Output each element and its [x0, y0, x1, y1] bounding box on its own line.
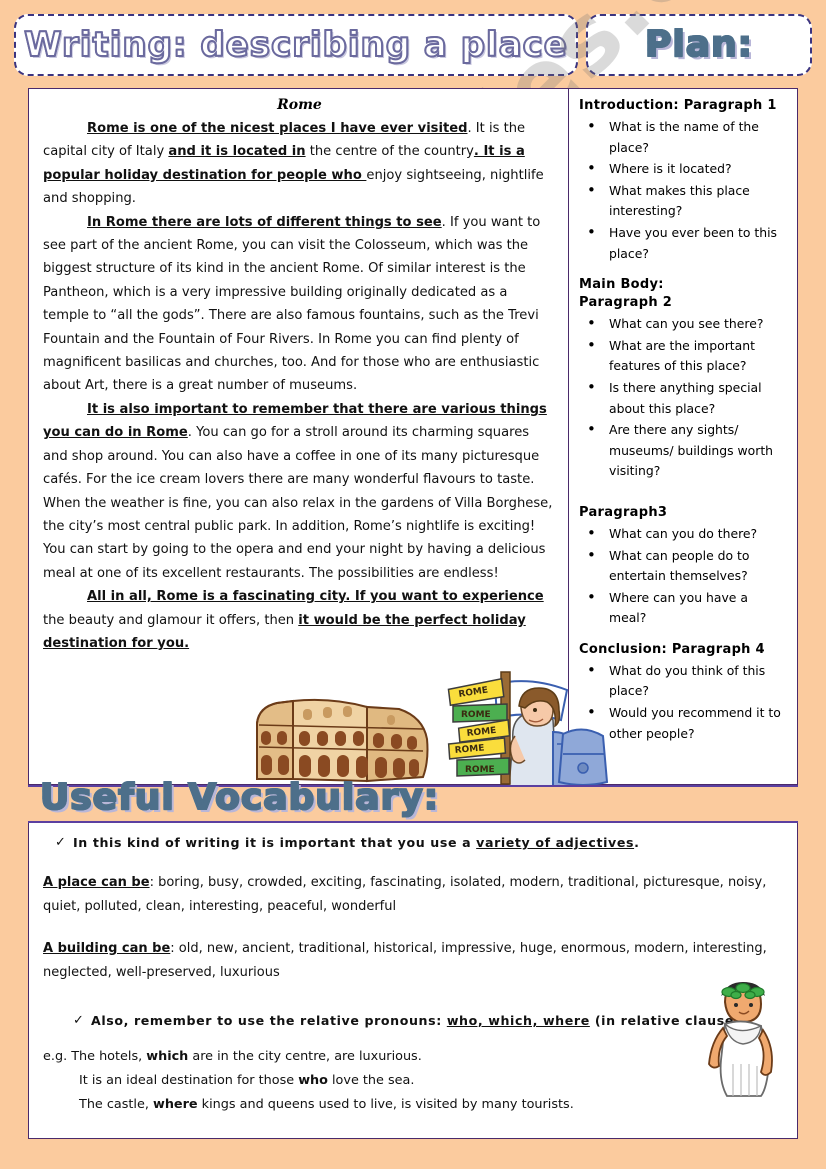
essay-paragraph: It is also important to remember that th…	[43, 398, 556, 585]
header-row: Writing: describing a place Plan:	[14, 14, 812, 76]
essay-text: the centre of the country	[305, 144, 474, 160]
example-pronoun: who	[298, 1073, 328, 1088]
tip-1-underline: variety of adjectives	[476, 835, 635, 850]
plan-section-heading: Introduction: Paragraph 1	[579, 98, 777, 113]
useful-vocabulary-banner: Useful Vocabulary:	[39, 777, 440, 827]
useful-vocabulary-label: Useful Vocabulary:	[39, 777, 440, 818]
example-suffix: are in the city centre, are luxurious.	[188, 1049, 422, 1064]
colosseum-icon	[256, 698, 429, 783]
essay-paragraph: Rome is one of the nicest places I have …	[43, 117, 556, 211]
tip-2-pre: Also, remember to use the relative prono…	[91, 1013, 447, 1028]
plan-question-item: What can you do there?	[579, 523, 789, 545]
plan-question-item: What is the name of the place?	[579, 116, 789, 158]
vocabulary-box: In this kind of writing it is important …	[28, 819, 798, 1139]
vocabulary-tip-1: In this kind of writing it is important …	[43, 833, 781, 853]
essay-paragraph: All in all, Rome is a fascinating city. …	[43, 585, 556, 655]
svg-text:ROME: ROME	[465, 765, 495, 775]
plan-question-item: Is there anything special about this pla…	[579, 377, 789, 419]
example-prefix: The castle,	[79, 1097, 153, 1112]
plan-question-item: Are there any sights/ museums/ buildings…	[579, 419, 789, 482]
plan-section-heading: Main Body: Paragraph 2	[579, 277, 673, 311]
tip-1-post: .	[634, 835, 640, 850]
essay-paragraph: In Rome there are lots of different thin…	[43, 211, 556, 398]
plan-question-item: What can you see there?	[579, 313, 789, 335]
vocabulary-row-label: A building can be	[43, 941, 171, 956]
plan-column: Introduction: Paragraph 1 What is the nam…	[557, 89, 797, 786]
example-sentence: e.g. The hotels, which are in the city c…	[43, 1045, 781, 1069]
plan-section-heading: Conclusion: Paragraph 4	[579, 641, 765, 657]
example-pronoun: which	[146, 1049, 189, 1064]
example-sentence: The castle, where kings and queens used …	[43, 1093, 781, 1117]
plan-question-item: What are the important features of this …	[579, 335, 789, 377]
main-content-box: Rome Rome is one of the nicest places I …	[28, 88, 798, 786]
plan-question-list: What is the name of the place?Where is i…	[579, 116, 789, 264]
svg-text:ROME: ROME	[461, 710, 491, 720]
example-sentences: e.g. The hotels, which are in the city c…	[43, 1045, 781, 1117]
essay-text: . If you want to see part of the ancient…	[43, 214, 541, 394]
plan-label: Plan:	[644, 24, 754, 65]
plan-question-item: What can people do to entertain themselv…	[579, 544, 789, 587]
rome-signpost-icon: ROME ROME ROME ROME ROME	[447, 671, 511, 785]
worksheet-page: ESLprintables.com Writing: describing a …	[0, 0, 826, 1169]
essay-emphasis: Rome is one of the nicest places I have …	[87, 121, 468, 136]
vocabulary-rows: A place can be: boring, busy, crowded, e…	[43, 871, 781, 985]
example-suffix: love the sea.	[327, 1073, 415, 1088]
plan-question-item: Where can you have a meal?	[579, 587, 789, 629]
plan-section-heading: Paragraph3	[579, 504, 668, 520]
example-prefix: It is an ideal destination for those	[79, 1073, 299, 1088]
example-sentence: It is an ideal destination for those who…	[43, 1069, 781, 1093]
vocabulary-row: A building can be: old, new, ancient, tr…	[43, 937, 781, 985]
essay-text: . You can go for a stroll around its cha…	[43, 425, 553, 581]
essay-body: Rome is one of the nicest places I have …	[43, 117, 556, 655]
plan-list: Introduction: Paragraph 1 What is the nam…	[579, 97, 789, 744]
example-suffix: kings and queens used to live, is visite…	[197, 1097, 574, 1112]
plan-banner: Plan:	[586, 14, 812, 76]
plan-question-item: What do you think of this place?	[579, 660, 789, 702]
plan-spacer	[579, 494, 789, 504]
vocabulary-row-label: A place can be	[43, 875, 150, 890]
essay-emphasis: In Rome there are lots of different thin…	[87, 214, 442, 230]
plan-question-item: Where is it located?	[579, 158, 789, 180]
example-pronoun: where	[153, 1097, 198, 1112]
tip-1-pre: In this kind of writing it is important …	[73, 835, 477, 850]
vocabulary-tip-2: Also, remember to use the relative prono…	[43, 1011, 781, 1031]
plan-question-list: What can you do there?What can people do…	[579, 523, 789, 629]
plan-question-item: Have you ever been to this place?	[579, 222, 789, 264]
essay-column: Rome Rome is one of the nicest places I …	[29, 89, 578, 786]
vocabulary-row: A place can be: boring, busy, crowded, e…	[43, 871, 781, 919]
essay-emphasis: and it is located in	[168, 144, 306, 160]
vocabulary-row-words: : boring, busy, crowded, exciting, fasci…	[43, 875, 767, 914]
essay-emphasis: All in all, Rome is a fascinating city. …	[87, 589, 544, 605]
page-title: Writing: describing a place	[23, 25, 568, 65]
tip-2-underline: who, which, where	[446, 1013, 590, 1028]
roman-citizen-icon	[708, 982, 773, 1097]
essay-title: Rome	[277, 97, 322, 113]
plan-question-item: What makes this place interesting?	[579, 180, 789, 222]
backpack-icon	[557, 728, 609, 786]
essay-text: the beauty and glamour it offers, then	[43, 612, 299, 628]
worksheet-title-banner: Writing: describing a place	[14, 14, 578, 76]
plan-question-list: What can you see there?What are the impo…	[579, 313, 789, 482]
example-prefix: e.g. The hotels,	[43, 1049, 147, 1064]
